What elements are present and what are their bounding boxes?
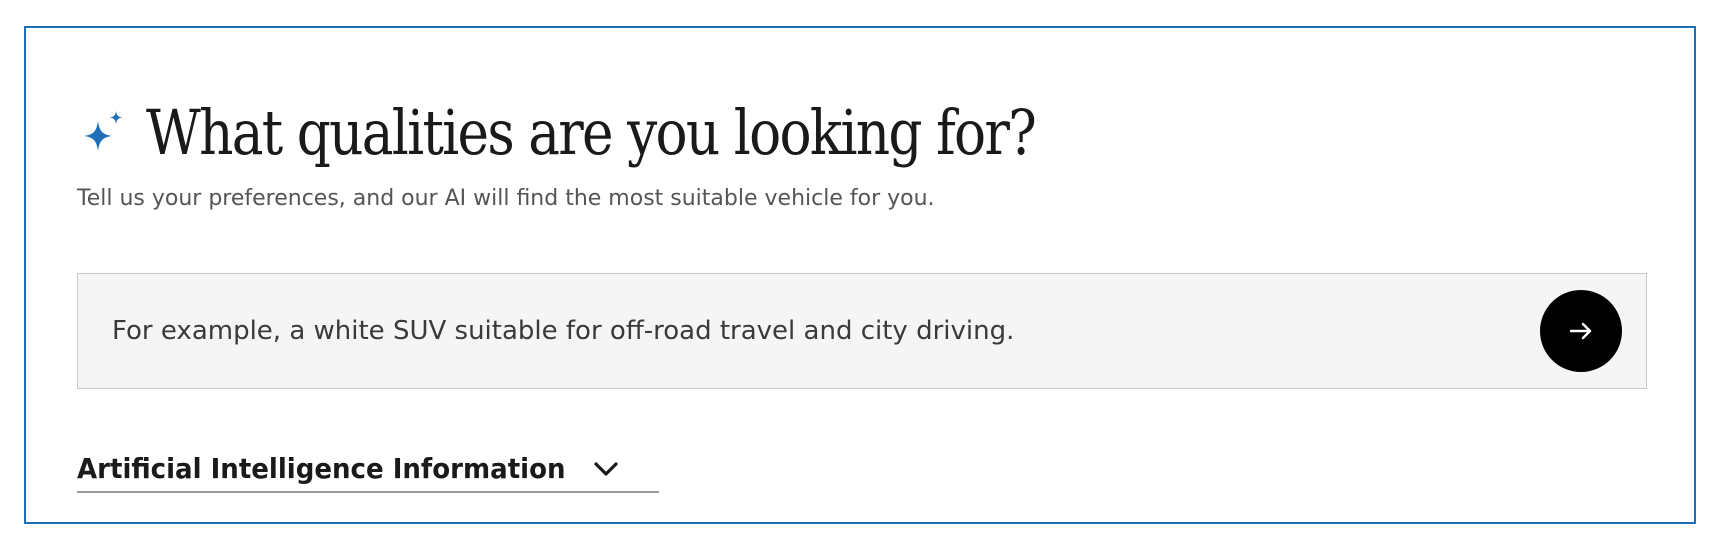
sparkle-icon xyxy=(84,111,123,151)
chevron-down-icon xyxy=(594,461,618,476)
ai-info-toggle[interactable]: Artificial Intelligence Information xyxy=(77,452,659,493)
page-title: What qualities are you looking for? xyxy=(146,95,1037,169)
submit-button[interactable] xyxy=(1540,290,1622,372)
ai-search-panel: What qualities are you looking for? Tell… xyxy=(24,26,1696,524)
ai-info-label: Artificial Intelligence Information xyxy=(77,452,566,485)
search-input[interactable] xyxy=(78,274,1518,388)
page-subtitle: Tell us your preferences, and our AI wil… xyxy=(77,186,935,211)
search-box xyxy=(77,273,1647,389)
title-row: What qualities are you looking for? xyxy=(78,92,1180,172)
arrow-right-icon xyxy=(1569,322,1592,340)
